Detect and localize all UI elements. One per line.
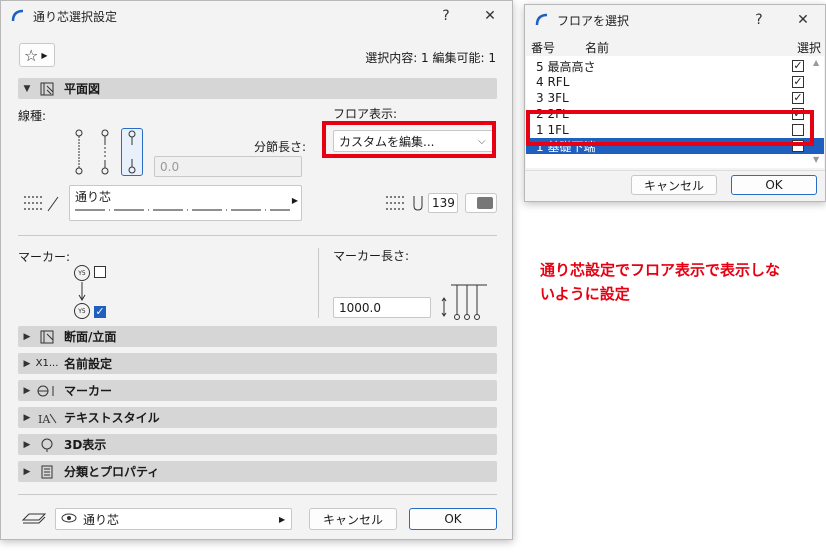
caret-right-icon: ▶ <box>279 514 286 524</box>
pen-icon <box>384 193 424 213</box>
scroll-down-icon[interactable]: ▼ <box>813 155 819 164</box>
ok-button[interactable]: OK <box>409 508 497 530</box>
floor-row-checkbox[interactable]: ✓ <box>792 76 804 88</box>
chevron-right-icon: ▶ <box>23 466 31 477</box>
vertical-divider <box>318 248 319 318</box>
chevron-right-icon: ▶ <box>23 412 31 423</box>
cancel-button[interactable]: キャンセル <box>309 508 397 530</box>
marker-icon <box>36 384 58 398</box>
line-type-label: 線種: <box>18 109 47 123</box>
line-preview <box>75 209 290 211</box>
segment-length-input[interactable]: 0.0 <box>154 156 302 177</box>
section-naming[interactable]: ▶ X1... 名前設定 <box>18 353 497 374</box>
col-name: 名前 <box>585 41 610 55</box>
marker-end-icon: Y5 <box>74 303 90 319</box>
grid-settings-dialog: 通り芯選択設定 ? ✕ ☆ ▶ 選択内容: 1 編集可能: 1 ▼ 平面図 線種… <box>0 0 513 540</box>
floor-row-checkbox[interactable]: ✓ <box>792 60 804 72</box>
segment-length-label: 分節長さ: <box>254 140 307 154</box>
eye-icon <box>61 512 79 526</box>
section-section-elevation[interactable]: ▶ 断面/立面 <box>18 326 497 347</box>
pen-number-input[interactable]: 139 <box>428 193 458 213</box>
star-icon: ☆ <box>24 45 39 65</box>
section-3d-display[interactable]: ▶ 3D表示 <box>18 434 497 455</box>
text-style-icon: IA <box>36 411 58 425</box>
highlight-box-floor-display <box>322 121 496 158</box>
marker-length-label: マーカー長さ: <box>333 249 410 263</box>
title-bar: 通り芯選択設定 ? ✕ <box>1 1 512 31</box>
marker-length-icon <box>439 281 489 321</box>
line-pattern-icon <box>22 193 62 213</box>
title-bar: フロアを選択 ? ✕ <box>525 5 825 35</box>
floor-display-label: フロア表示: <box>333 107 398 121</box>
annotation-text: 通り芯設定でフロア表示で表示しないように設定 <box>540 261 781 303</box>
svg-text:IA: IA <box>38 413 51 425</box>
archicad-icon <box>535 12 551 28</box>
help-button[interactable]: ? <box>737 12 781 28</box>
marker-end-checkbox[interactable]: ✓ <box>94 306 106 318</box>
marker-start-icon: Y5 <box>74 265 90 281</box>
layer-icon <box>21 510 47 526</box>
col-number: 番号 <box>531 41 556 55</box>
marker-connector <box>78 282 86 302</box>
scroll-up-icon[interactable]: ▲ <box>813 58 819 67</box>
col-select: 選択 <box>797 41 822 55</box>
plan-icon <box>36 82 58 96</box>
chevron-down-icon: ▼ <box>23 83 31 94</box>
pen-color-button[interactable] <box>465 193 497 213</box>
divider <box>18 235 497 236</box>
floor-select-dialog: フロアを選択 ? ✕ 番号 名前 選択 5 最高高さ ✓ 4 RFL ✓ 3 3FL ✓ 2… <box>524 4 826 202</box>
section-marker[interactable]: ▶ マーカー <box>18 380 497 401</box>
line-type-partial-button[interactable] <box>97 129 113 175</box>
floor-row[interactable]: 3 3FL ✓ <box>526 90 824 106</box>
floor-row-label: 3 3FL <box>536 91 569 105</box>
3d-icon <box>36 438 58 452</box>
layer-name: 通り芯 <box>83 512 120 527</box>
marker-label: マーカー: <box>18 250 71 264</box>
section-floor-plan[interactable]: ▼ 平面図 <box>18 78 497 99</box>
help-button[interactable]: ? <box>424 8 468 24</box>
line-type-custom-button[interactable] <box>121 128 143 176</box>
chevron-right-icon: ▶ <box>23 331 31 342</box>
favorites-button[interactable]: ☆ ▶ <box>19 43 55 67</box>
caret-right-icon: ▶ <box>291 196 298 205</box>
selection-info: 選択内容: 1 編集可能: 1 <box>365 51 496 65</box>
layer-dropdown[interactable]: 通り芯 ▶ <box>55 508 292 530</box>
line-type-dropdown[interactable]: 通り芯 ▶ <box>69 185 302 221</box>
naming-icon: X1... <box>35 358 59 369</box>
divider <box>18 494 497 495</box>
marker-start-checkbox[interactable] <box>94 266 106 278</box>
line-type-full-button[interactable] <box>71 129 87 175</box>
close-button[interactable]: ✕ <box>468 8 512 24</box>
divider <box>525 170 825 171</box>
cancel-button[interactable]: キャンセル <box>631 175 717 195</box>
section-classification-properties[interactable]: ▶ 分類とプロパティ <box>18 461 497 482</box>
chevron-right-icon: ▶ <box>23 358 31 369</box>
dialog-title: 通り芯選択設定 <box>33 9 118 24</box>
floor-row-label: 4 RFL <box>536 75 570 89</box>
floor-row-label: 5 最高高さ <box>536 59 596 74</box>
line-type-name: 通り芯 <box>75 190 112 204</box>
marker-length-input[interactable]: 1000.0 <box>333 297 431 318</box>
pen-color-swatch <box>477 197 493 209</box>
chevron-right-icon: ▶ <box>23 385 31 396</box>
dialog-title: フロアを選択 <box>557 13 630 28</box>
section-icon <box>36 330 58 344</box>
document-icon <box>36 465 58 479</box>
highlight-box-floor-row <box>526 110 814 146</box>
list-header: 番号 名前 選択 <box>525 39 825 55</box>
floor-row[interactable]: 5 最高高さ ✓ <box>526 58 824 74</box>
floor-row[interactable]: 4 RFL ✓ <box>526 74 824 90</box>
caret-right-icon: ▶ <box>41 50 48 60</box>
floor-row-checkbox[interactable]: ✓ <box>792 92 804 104</box>
ok-button[interactable]: OK <box>731 175 817 195</box>
section-label: 平面図 <box>64 82 101 96</box>
section-text-style[interactable]: ▶ IA テキストスタイル <box>18 407 497 428</box>
archicad-icon <box>11 8 27 24</box>
chevron-right-icon: ▶ <box>23 439 31 450</box>
close-button[interactable]: ✕ <box>781 12 825 28</box>
